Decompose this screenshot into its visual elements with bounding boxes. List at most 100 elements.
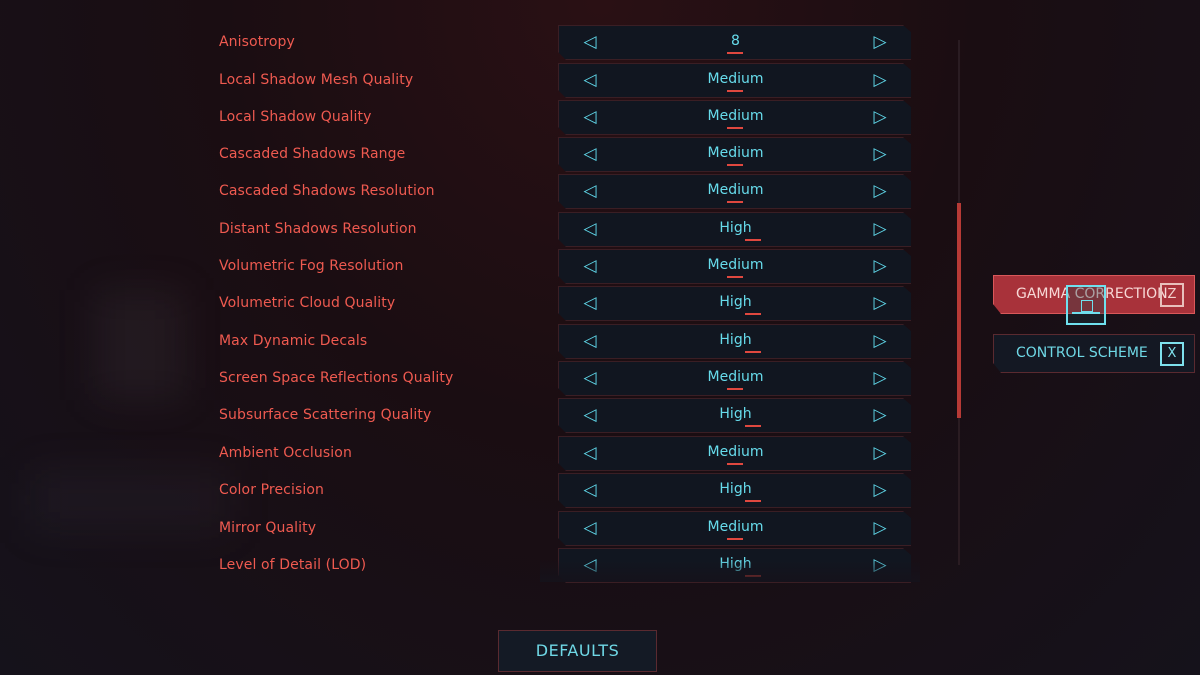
arrow-left-icon[interactable]: ◁ bbox=[575, 399, 605, 432]
value-indicator bbox=[745, 500, 761, 502]
setting-row-volumetric-fog-resolution: Volumetric Fog Resolution ◁ Medium ▷ bbox=[0, 249, 960, 284]
setting-selector: ◁ Medium ▷ bbox=[558, 361, 911, 396]
arrow-left-icon[interactable]: ◁ bbox=[575, 474, 605, 507]
control-scheme-button[interactable]: CONTROL SCHEME X bbox=[993, 334, 1195, 373]
setting-label: Distant Shadows Resolution bbox=[219, 221, 417, 237]
value-indicator bbox=[727, 52, 743, 54]
arrow-left-icon[interactable]: ◁ bbox=[575, 213, 605, 246]
cursor-icon bbox=[1066, 285, 1106, 325]
arrow-right-icon[interactable]: ▷ bbox=[865, 64, 895, 97]
arrow-right-icon[interactable]: ▷ bbox=[865, 287, 895, 320]
scrollbar-thumb[interactable] bbox=[957, 203, 961, 418]
arrow-left-icon[interactable]: ◁ bbox=[575, 138, 605, 171]
setting-selector: ◁ Medium ▷ bbox=[558, 511, 911, 546]
arrow-right-icon[interactable]: ▷ bbox=[865, 362, 895, 395]
arrow-right-icon[interactable]: ▷ bbox=[865, 512, 895, 545]
setting-selector: ◁ Medium ▷ bbox=[558, 249, 911, 284]
arrow-right-icon[interactable]: ▷ bbox=[865, 26, 895, 59]
arrow-right-icon[interactable]: ▷ bbox=[865, 138, 895, 171]
arrow-right-icon[interactable]: ▷ bbox=[865, 437, 895, 470]
setting-selector: ◁ High ▷ bbox=[558, 324, 911, 359]
setting-selector: ◁ 8 ▷ bbox=[558, 25, 911, 60]
arrow-left-icon[interactable]: ◁ bbox=[575, 175, 605, 208]
setting-row-screen-space-reflections-quality: Screen Space Reflections Quality ◁ Mediu… bbox=[0, 361, 960, 396]
value-indicator bbox=[727, 276, 743, 278]
list-fade bbox=[540, 560, 920, 582]
setting-label: Volumetric Fog Resolution bbox=[219, 258, 404, 274]
defaults-button[interactable]: DEFAULTS bbox=[498, 630, 657, 672]
setting-selector: ◁ Medium ▷ bbox=[558, 63, 911, 98]
value-indicator bbox=[727, 127, 743, 129]
setting-row-volumetric-cloud-quality: Volumetric Cloud Quality ◁ High ▷ bbox=[0, 286, 960, 321]
setting-selector: ◁ Medium ▷ bbox=[558, 100, 911, 135]
setting-label: Local Shadow Quality bbox=[219, 109, 372, 125]
setting-value: Medium bbox=[707, 257, 764, 273]
setting-value: High bbox=[719, 220, 752, 236]
setting-value: Medium bbox=[707, 108, 764, 124]
value-indicator bbox=[745, 425, 761, 427]
key-hint-z: Z bbox=[1160, 283, 1184, 307]
setting-row-distant-shadows-resolution: Distant Shadows Resolution ◁ High ▷ bbox=[0, 212, 960, 247]
value-indicator bbox=[727, 538, 743, 540]
value-indicator bbox=[745, 239, 761, 241]
arrow-right-icon[interactable]: ▷ bbox=[865, 474, 895, 507]
arrow-right-icon[interactable]: ▷ bbox=[865, 399, 895, 432]
setting-value: Medium bbox=[707, 519, 764, 535]
arrow-left-icon[interactable]: ◁ bbox=[575, 512, 605, 545]
value-indicator bbox=[727, 201, 743, 203]
arrow-right-icon[interactable]: ▷ bbox=[865, 213, 895, 246]
setting-selector: ◁ High ▷ bbox=[558, 398, 911, 433]
setting-value: High bbox=[719, 481, 752, 497]
value-indicator bbox=[745, 313, 761, 315]
setting-label: Screen Space Reflections Quality bbox=[219, 370, 454, 386]
setting-row-local-shadow-quality: Local Shadow Quality ◁ Medium ▷ bbox=[0, 100, 960, 135]
setting-row-subsurface-scattering-quality: Subsurface Scattering Quality ◁ High ▷ bbox=[0, 398, 960, 433]
arrow-right-icon[interactable]: ▷ bbox=[865, 325, 895, 358]
setting-row-anisotropy: Anisotropy ◁ 8 ▷ bbox=[0, 25, 960, 60]
setting-value: High bbox=[719, 294, 752, 310]
setting-value: 8 bbox=[731, 33, 740, 49]
value-indicator bbox=[727, 463, 743, 465]
setting-row-local-shadow-mesh-quality: Local Shadow Mesh Quality ◁ Medium ▷ bbox=[0, 63, 960, 98]
arrow-left-icon[interactable]: ◁ bbox=[575, 437, 605, 470]
value-indicator bbox=[727, 164, 743, 166]
arrow-left-icon[interactable]: ◁ bbox=[575, 26, 605, 59]
value-indicator bbox=[727, 388, 743, 390]
cursor-bar bbox=[1072, 312, 1100, 314]
setting-row-max-dynamic-decals: Max Dynamic Decals ◁ High ▷ bbox=[0, 324, 960, 359]
arrow-right-icon[interactable]: ▷ bbox=[865, 101, 895, 134]
setting-selector: ◁ Medium ▷ bbox=[558, 137, 911, 172]
setting-label: Local Shadow Mesh Quality bbox=[219, 72, 414, 88]
arrow-left-icon[interactable]: ◁ bbox=[575, 250, 605, 283]
setting-selector: ◁ High ▷ bbox=[558, 473, 911, 508]
setting-selector: ◁ Medium ▷ bbox=[558, 174, 911, 209]
setting-label: Max Dynamic Decals bbox=[219, 333, 368, 349]
setting-label: Cascaded Shadows Resolution bbox=[219, 183, 435, 199]
key-hint-x: X bbox=[1160, 342, 1184, 366]
setting-value: Medium bbox=[707, 444, 764, 460]
setting-row-cascaded-shadows-resolution: Cascaded Shadows Resolution ◁ Medium ▷ bbox=[0, 174, 960, 209]
arrow-left-icon[interactable]: ◁ bbox=[575, 101, 605, 134]
setting-label: Anisotropy bbox=[219, 34, 295, 50]
arrow-left-icon[interactable]: ◁ bbox=[575, 362, 605, 395]
setting-label: Level of Detail (LOD) bbox=[219, 557, 367, 573]
cursor-center bbox=[1081, 300, 1093, 312]
setting-label: Subsurface Scattering Quality bbox=[219, 407, 432, 423]
setting-row-color-precision: Color Precision ◁ High ▷ bbox=[0, 473, 960, 508]
arrow-left-icon[interactable]: ◁ bbox=[575, 287, 605, 320]
setting-row-ambient-occlusion: Ambient Occlusion ◁ Medium ▷ bbox=[0, 436, 960, 471]
setting-selector: ◁ High ▷ bbox=[558, 286, 911, 321]
setting-value: Medium bbox=[707, 145, 764, 161]
arrow-left-icon[interactable]: ◁ bbox=[575, 325, 605, 358]
arrow-right-icon[interactable]: ▷ bbox=[865, 175, 895, 208]
setting-selector: ◁ High ▷ bbox=[558, 212, 911, 247]
value-indicator bbox=[727, 90, 743, 92]
setting-value: Medium bbox=[707, 71, 764, 87]
setting-selector: ◁ Medium ▷ bbox=[558, 436, 911, 471]
setting-label: Volumetric Cloud Quality bbox=[219, 295, 396, 311]
setting-value: High bbox=[719, 406, 752, 422]
setting-label: Mirror Quality bbox=[219, 520, 317, 536]
setting-label: Ambient Occlusion bbox=[219, 445, 352, 461]
arrow-left-icon[interactable]: ◁ bbox=[575, 64, 605, 97]
arrow-right-icon[interactable]: ▷ bbox=[865, 250, 895, 283]
